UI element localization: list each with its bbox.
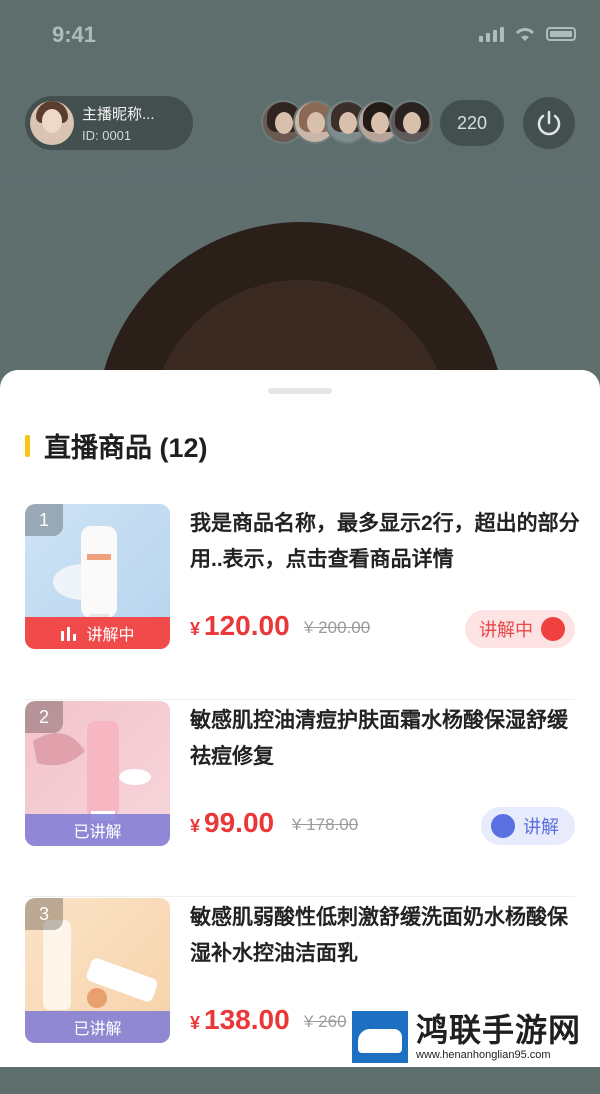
live-bars-icon [61, 627, 77, 641]
product-item[interactable]: 2 已讲解 敏感肌控油清痘护肤面霜水杨酸保湿舒缓祛痘修复 ¥ 99.00 ¥ 1… [0, 701, 600, 897]
product-thumbnail[interactable]: 2 已讲解 [25, 701, 170, 846]
product-name[interactable]: 敏感肌控油清痘护肤面霜水杨酸保湿舒缓祛痘修复 [190, 703, 580, 775]
explained-tag: 已讲解 [25, 814, 170, 846]
live-dot-icon [541, 617, 565, 641]
explained-tag: 已讲解 [25, 1011, 170, 1043]
tag-label: 讲解中 [86, 627, 135, 644]
battery-icon [546, 27, 576, 41]
explain-button[interactable]: 讲解中 [465, 610, 575, 648]
viewer-avatar [389, 100, 433, 144]
viewer-count[interactable]: 220 [440, 100, 504, 146]
tag-label: 已讲解 [73, 824, 122, 841]
product-price: ¥ 138.00 [190, 1004, 290, 1036]
sheet-title: 直播商品 (12) [44, 433, 208, 463]
product-item[interactable]: 1 讲解中 我是商品名称，最多显示2行，超出的部分用..表示，点击查看商品详情 … [0, 504, 600, 700]
price-value: 120.00 [204, 610, 290, 641]
host-name: 主播昵称... [82, 106, 155, 123]
tag-label: 已讲解 [73, 1021, 122, 1038]
close-live-button[interactable] [523, 97, 575, 149]
status-time: 9:41 [52, 22, 97, 47]
explain-button[interactable]: 讲解 [481, 807, 575, 845]
product-price: ¥ 99.00 [190, 807, 274, 839]
host-avatar [30, 101, 74, 145]
live-explaining-tag: 讲解中 [25, 617, 170, 649]
product-index: 2 [25, 701, 63, 733]
price-value: 99.00 [204, 807, 275, 838]
divider [25, 896, 575, 897]
wifi-icon [515, 28, 535, 41]
divider [25, 699, 575, 700]
host-id: ID: 0001 [82, 128, 132, 143]
currency-symbol: ¥ [190, 1013, 201, 1033]
viewer-avatars[interactable] [261, 100, 441, 146]
watermark-title: 鸿联手游网 [416, 1011, 582, 1048]
power-icon [537, 110, 561, 136]
product-name[interactable]: 我是商品名称，最多显示2行，超出的部分用..表示，点击查看商品详情 [190, 506, 580, 578]
product-index: 3 [25, 898, 63, 930]
sheet-drag-handle[interactable] [268, 388, 332, 394]
title-accent-bar [25, 434, 30, 457]
currency-symbol: ¥ [190, 619, 201, 639]
product-sheet: 直播商品 (12) 1 讲解中 我是商品名称，最多显示2行，超出的部分用..表示… [0, 370, 600, 1067]
original-price: ¥ 260 [304, 1012, 347, 1031]
original-price: ¥ 178.00 [292, 815, 359, 834]
explain-button-label: 讲解中 [479, 620, 533, 640]
product-thumbnail[interactable]: 3 已讲解 [25, 898, 170, 1043]
signal-icon [479, 26, 504, 42]
watermark: 鸿联手游网 www.henanhonglian95.com [352, 1006, 600, 1067]
status-icons [479, 26, 576, 42]
currency-symbol: ¥ [190, 816, 201, 836]
product-name[interactable]: 敏感肌弱酸性低刺激舒缓洗面奶水杨酸保湿补水控油洁面乳 [190, 900, 580, 972]
watermark-logo [352, 1010, 408, 1063]
host-info-chip[interactable]: 主播昵称... ID: 0001 [25, 96, 193, 150]
explain-dot-icon [491, 814, 515, 838]
product-price: ¥ 120.00 [190, 610, 290, 642]
explain-button-label: 讲解 [523, 817, 559, 837]
product-thumbnail[interactable]: 1 讲解中 [25, 504, 170, 649]
original-price: ¥ 200.00 [304, 618, 371, 637]
price-value: 138.00 [204, 1004, 290, 1035]
watermark-url: www.henanhonglian95.com [416, 1048, 551, 1061]
product-index: 1 [25, 504, 63, 536]
